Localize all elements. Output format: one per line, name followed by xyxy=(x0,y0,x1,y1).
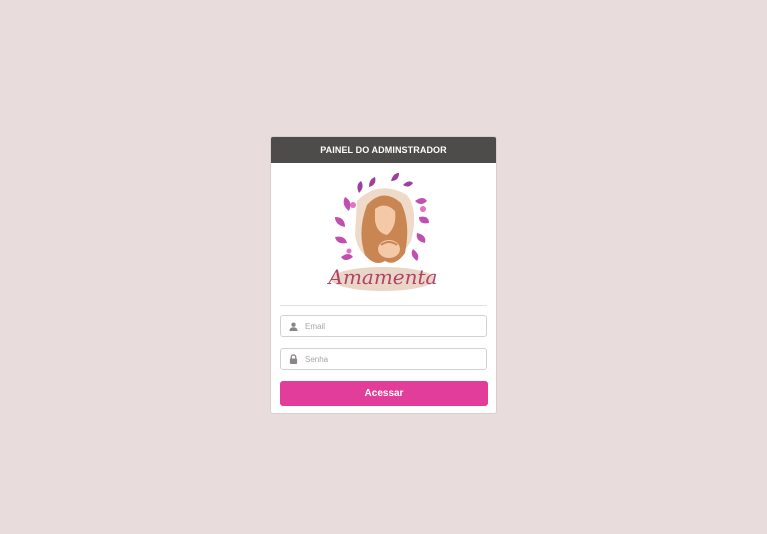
lock-icon xyxy=(281,354,305,364)
card-header: PAINEL DO ADMINSTRADOR xyxy=(271,137,496,163)
card-title: PAINEL DO ADMINSTRADOR xyxy=(320,145,447,155)
user-icon xyxy=(281,322,305,331)
divider xyxy=(280,305,487,306)
mother-breastfeeding-logo-icon: Amamenta xyxy=(326,173,437,291)
email-field[interactable] xyxy=(280,315,487,337)
password-field[interactable] xyxy=(280,348,487,370)
password-input[interactable] xyxy=(305,350,486,368)
logo: Amamenta xyxy=(271,171,496,296)
logo-text: Amamenta xyxy=(326,265,437,289)
email-input[interactable] xyxy=(305,317,486,335)
submit-button[interactable]: Acessar xyxy=(280,381,488,406)
login-card: PAINEL DO ADMINSTRADOR Amamenta Email Ac… xyxy=(270,136,497,414)
